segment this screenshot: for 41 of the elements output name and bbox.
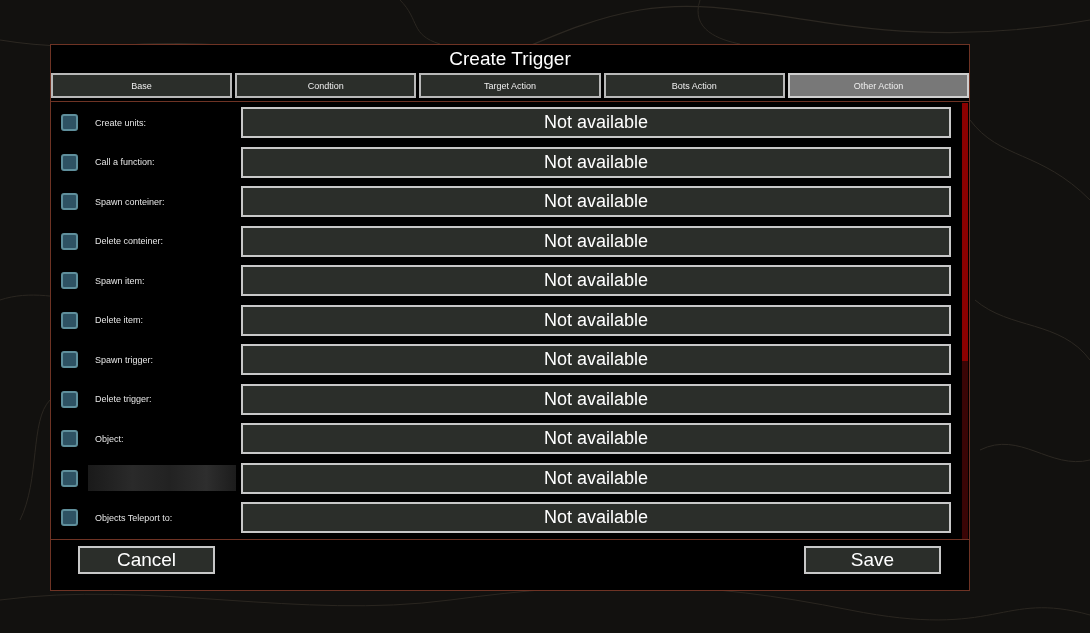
value-field[interactable]: Not available [241, 304, 951, 336]
value-field[interactable]: Not available [241, 107, 951, 139]
checkbox[interactable] [61, 272, 78, 290]
row-label: Object: [95, 433, 124, 444]
checkbox[interactable] [61, 193, 78, 211]
checkbox[interactable] [61, 153, 78, 171]
row-label: Spawn trigger: [95, 354, 154, 365]
row-label: Delete conteiner: [95, 236, 164, 247]
value-field[interactable]: Not available [241, 383, 951, 415]
checkbox[interactable] [61, 509, 78, 527]
scrollbar-thumb[interactable] [962, 103, 968, 361]
row-label: Spawn item: [95, 275, 145, 286]
tab[interactable]: Base [51, 73, 233, 98]
value-field[interactable]: Not available [241, 462, 951, 494]
value-field[interactable]: Not available [241, 423, 951, 455]
dialog-title: Create Trigger [448, 47, 572, 71]
dialog-button[interactable]: Cancel [78, 546, 215, 574]
checkbox[interactable] [61, 114, 78, 132]
row-label: Spawn conteiner: [95, 196, 165, 207]
dialog-button[interactable]: Save [804, 546, 941, 574]
tab[interactable]: Condtion [235, 73, 417, 98]
tab[interactable]: Bots Action [603, 73, 785, 98]
row-label: Delete trigger: [95, 394, 152, 405]
checkbox[interactable] [61, 390, 78, 408]
value-field[interactable]: Not available [241, 265, 951, 297]
value-field[interactable]: Not available [241, 186, 951, 218]
value-field[interactable]: Not available [241, 502, 951, 534]
checkbox[interactable] [61, 430, 78, 448]
checkbox[interactable] [61, 469, 78, 487]
tab[interactable]: Other Action [787, 73, 969, 98]
value-field[interactable]: Not available [241, 344, 951, 376]
row-label: Objects Teleport to: [95, 512, 173, 523]
row-label: Delete item: [95, 315, 144, 326]
row-label: Create units: [95, 117, 147, 128]
row-label: Call a function: [95, 157, 155, 168]
checkbox[interactable] [61, 311, 78, 329]
value-field[interactable]: Not available [241, 225, 951, 257]
checkbox[interactable] [61, 351, 78, 369]
tab[interactable]: Target Action [419, 73, 601, 98]
checkbox[interactable] [61, 232, 78, 250]
value-field[interactable]: Not available [241, 146, 951, 178]
